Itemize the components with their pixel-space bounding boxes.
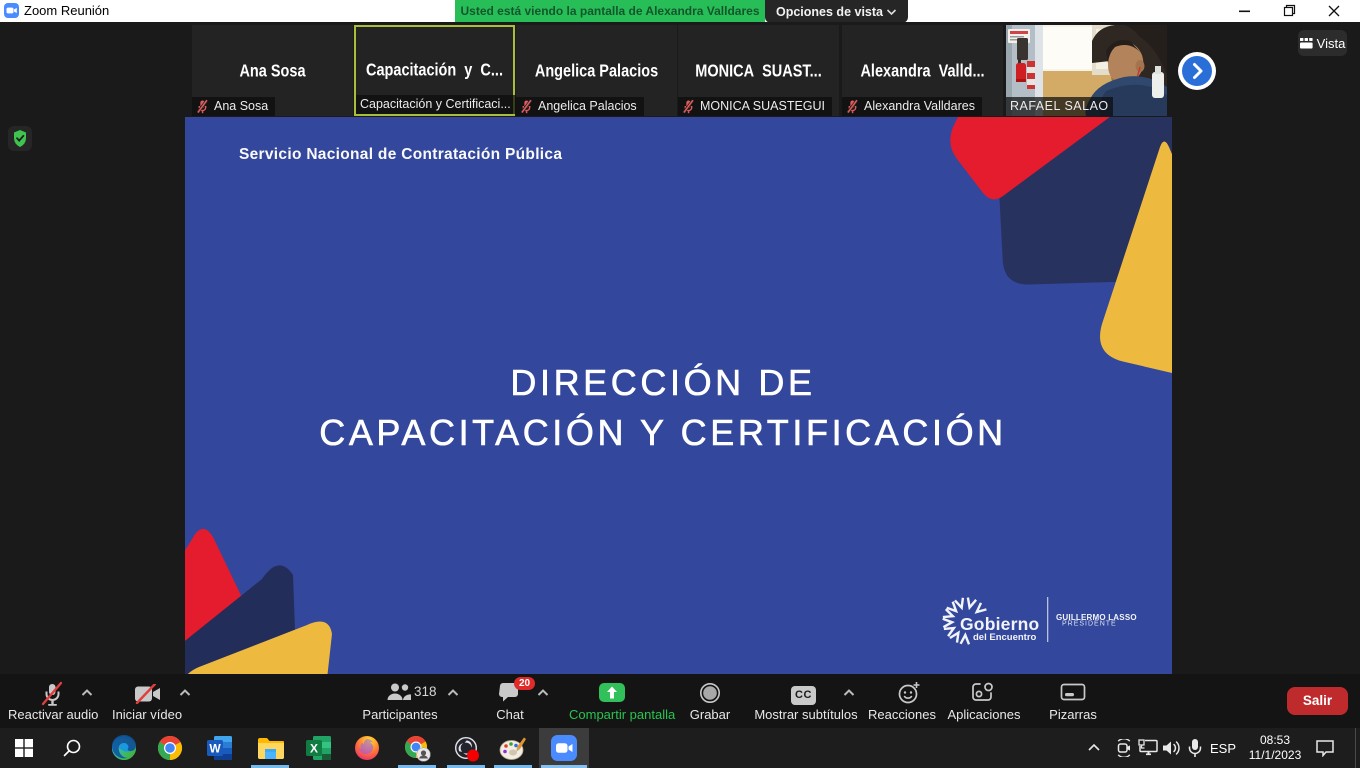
- svg-text:X: X: [310, 742, 318, 756]
- svg-text:Gobierno: Gobierno: [960, 614, 1039, 634]
- svg-text:W: W: [209, 742, 221, 756]
- svg-text:del Encuentro: del Encuentro: [973, 632, 1037, 643]
- svg-text:PRESIDENTE: PRESIDENTE: [1062, 621, 1117, 628]
